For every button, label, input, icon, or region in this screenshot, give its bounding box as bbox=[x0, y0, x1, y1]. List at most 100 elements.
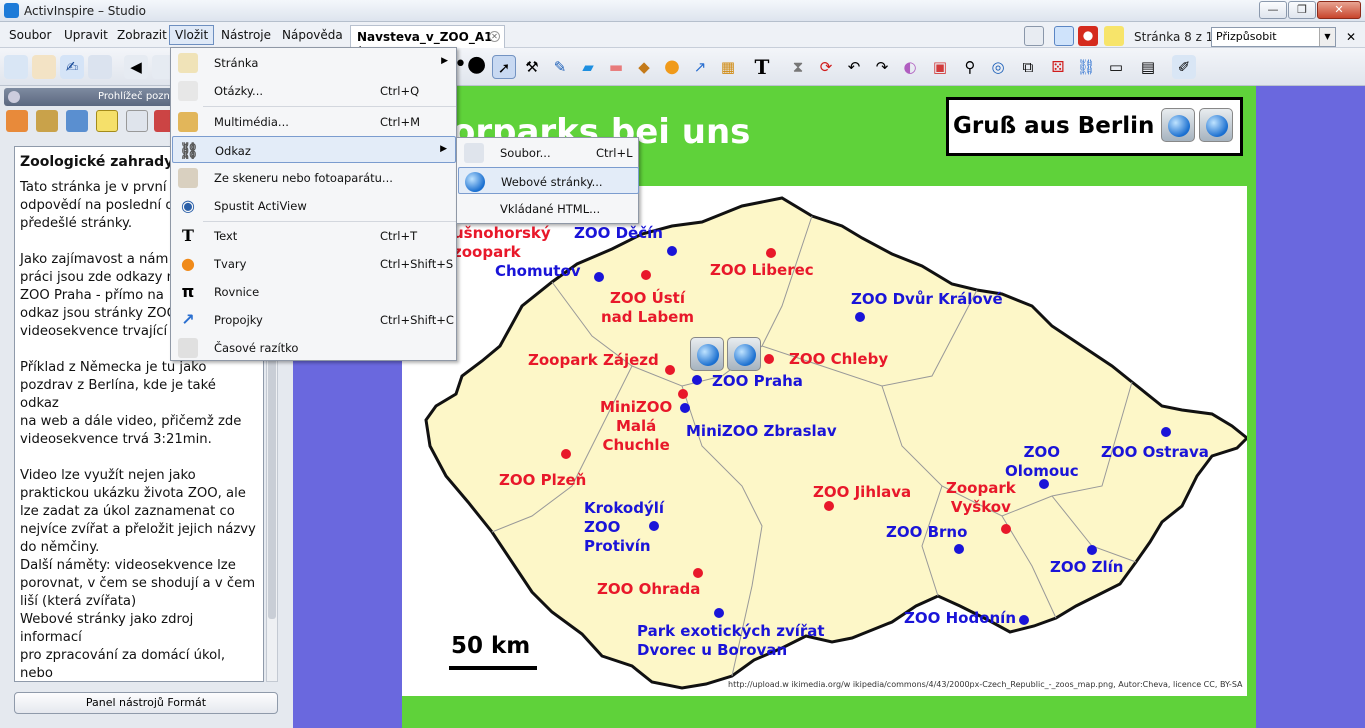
hourglass-icon[interactable]: ⧗ bbox=[786, 55, 810, 79]
main-tools-icon[interactable]: ⚒ bbox=[520, 55, 544, 79]
marker-zoopark-vyskov[interactable] bbox=[1001, 524, 1011, 534]
menu-item-multimedia[interactable]: Multimédia... Ctrl+M bbox=[172, 108, 456, 135]
menu-item-skener[interactable]: Ze skeneru nebo fotoaparátu... bbox=[172, 164, 456, 191]
close-tab-icon[interactable]: ✕ bbox=[489, 31, 500, 42]
highlighter-icon[interactable]: ▰ bbox=[576, 55, 600, 79]
menu-upravit[interactable]: Upravit bbox=[59, 26, 113, 46]
marker-zoo-zlin[interactable] bbox=[1087, 545, 1097, 555]
menu-item-propojky[interactable]: ↗ Propojky Ctrl+Shift+C bbox=[172, 306, 456, 333]
scanner-icon bbox=[178, 168, 198, 188]
page-sorter-icon[interactable] bbox=[1024, 26, 1044, 46]
no-entry-icon[interactable] bbox=[1078, 26, 1098, 46]
minimize-button[interactable]: — bbox=[1259, 1, 1287, 19]
menu-item-text[interactable]: T Text Ctrl+T bbox=[172, 222, 456, 249]
zoo-praha-video-link-globe-icon[interactable] bbox=[727, 337, 761, 371]
image-attribution: http://upload.w ikimedia.org/w ikipedia/… bbox=[728, 680, 1243, 689]
toolbox-edit-icon[interactable]: ✐ bbox=[1172, 55, 1196, 79]
text-tool-icon[interactable]: T bbox=[750, 55, 774, 79]
menu-item-tvary[interactable]: ● Tvary Ctrl+Shift+S bbox=[172, 250, 456, 277]
redo-icon[interactable]: ↷ bbox=[870, 55, 894, 79]
shapes-icon: ● bbox=[181, 254, 195, 273]
pen-icon[interactable]: ✎ bbox=[548, 55, 572, 79]
marker-zoopark-zajezd[interactable] bbox=[665, 365, 675, 375]
reset-page-icon[interactable]: ⟳ bbox=[814, 55, 838, 79]
menu-item-rovnice[interactable]: π Rovnice bbox=[172, 278, 456, 305]
spotlight-icon[interactable]: ◎ bbox=[986, 55, 1010, 79]
marker-zoo-liberec[interactable] bbox=[766, 248, 776, 258]
fill-icon[interactable]: ◆ bbox=[632, 55, 656, 79]
color-picker-icon[interactable]: ◐ bbox=[898, 55, 922, 79]
marker-minizoo-mala-chuchle[interactable] bbox=[678, 389, 688, 399]
previous-page-icon[interactable]: ◀ bbox=[124, 55, 148, 79]
keyboard-icon[interactable]: ▤ bbox=[1136, 55, 1160, 79]
link-icon[interactable]: ⛓ bbox=[1074, 55, 1098, 79]
marker-zoo-hodonin[interactable] bbox=[1019, 615, 1029, 625]
zoo-praha-web-link-globe-icon[interactable] bbox=[690, 337, 724, 371]
marker-zoo-usti[interactable] bbox=[641, 270, 651, 280]
berlin-web-link-globe-icon[interactable] bbox=[1161, 108, 1195, 142]
screen-capture-icon[interactable]: ▭ bbox=[1104, 55, 1128, 79]
sticky-note-icon[interactable] bbox=[1104, 26, 1124, 46]
menu-item-otazky[interactable]: Otázky... Ctrl+Q bbox=[172, 77, 456, 104]
text-icon: T bbox=[182, 226, 194, 245]
menu-nastroje[interactable]: Nástroje bbox=[216, 26, 276, 46]
marker-zoo-jihlava[interactable] bbox=[824, 501, 834, 511]
menu-soubor[interactable]: Soubor bbox=[4, 26, 56, 46]
marker-zoo-praha[interactable] bbox=[692, 375, 702, 385]
snowflake-icon[interactable] bbox=[1054, 26, 1074, 46]
label-zoopark-vyskov: Zoopark Vyškov bbox=[946, 479, 1016, 516]
maximize-button[interactable]: ❐ bbox=[1288, 1, 1316, 19]
label-zoo-chleby: ZOO Chleby bbox=[789, 350, 889, 368]
marker-zoo-chleby[interactable] bbox=[764, 354, 774, 364]
marker-minizoo-zbraslav[interactable] bbox=[680, 403, 690, 413]
tools-icon[interactable] bbox=[88, 55, 112, 79]
pen-width-icon[interactable]: •● bbox=[454, 54, 486, 79]
camera-icon[interactable]: ▣ bbox=[928, 55, 952, 79]
page-browser-tab-icon[interactable] bbox=[6, 110, 28, 132]
shapes-recognition-icon[interactable]: ⧉ bbox=[1016, 55, 1040, 79]
marker-zoo-decin[interactable] bbox=[667, 246, 677, 256]
marker-zoo-chomutov[interactable] bbox=[594, 272, 604, 282]
menu-item-activiview[interactable]: ◉ Spustit ActiView bbox=[172, 192, 456, 219]
questions-icon bbox=[178, 81, 198, 101]
shape-icon[interactable]: ● bbox=[660, 55, 684, 79]
marker-zoo-ohrada[interactable] bbox=[693, 568, 703, 578]
close-button[interactable]: ✕ bbox=[1317, 1, 1361, 19]
magnifier-icon[interactable]: ⚲ bbox=[958, 55, 982, 79]
close-doc-icon[interactable]: ✕ bbox=[1343, 29, 1359, 45]
dice-icon[interactable]: ⚄ bbox=[1046, 55, 1070, 79]
zoom-select[interactable]: Přizpůsobit ▼ bbox=[1211, 27, 1336, 47]
undo-icon[interactable]: ↶ bbox=[842, 55, 866, 79]
label-zoopark-zajezd: Zoopark Zájezd bbox=[528, 351, 659, 369]
menu-vlozit[interactable]: Vložit bbox=[169, 25, 215, 45]
menu-item-stranka[interactable]: Stránka ▶ bbox=[172, 49, 456, 76]
select-cursor-icon[interactable]: ➚ bbox=[492, 55, 516, 79]
marker-zoo-ostrava[interactable] bbox=[1161, 427, 1171, 437]
property-browser-tab-icon[interactable] bbox=[126, 110, 148, 132]
submenu-item-soubor[interactable]: Soubor... Ctrl+L bbox=[458, 139, 639, 166]
handwriting-icon[interactable]: ✍ bbox=[60, 55, 84, 79]
profile-icon[interactable] bbox=[32, 55, 56, 79]
notes-browser-tab-icon[interactable] bbox=[96, 110, 118, 132]
submenu-item-vkladane-html[interactable]: Vkládané HTML... bbox=[458, 195, 639, 222]
clapper-icon[interactable]: ▦ bbox=[716, 55, 740, 79]
marker-zoo-dvur-kralove[interactable] bbox=[855, 312, 865, 322]
chevron-down-icon[interactable]: ▼ bbox=[1319, 28, 1335, 46]
main-menu-icon[interactable] bbox=[4, 55, 28, 79]
menu-zobrazit[interactable]: Zobrazit bbox=[112, 26, 172, 46]
submenu-item-webove-stranky[interactable]: Webové stránky... bbox=[458, 167, 639, 194]
object-browser-tab-icon[interactable] bbox=[66, 110, 88, 132]
resource-browser-tab-icon[interactable] bbox=[36, 110, 58, 132]
menu-item-casove-razitko[interactable]: Časové razítko bbox=[172, 334, 456, 361]
marker-park-dvorec[interactable] bbox=[714, 608, 724, 618]
panel-close-icon[interactable] bbox=[8, 91, 20, 103]
berlin-video-link-globe-icon[interactable] bbox=[1199, 108, 1233, 142]
menu-item-odkaz[interactable]: ⛓ Odkaz ▶ bbox=[172, 136, 456, 163]
menu-napoveda[interactable]: Nápověda bbox=[277, 26, 348, 46]
connector-icon[interactable]: ↗ bbox=[688, 55, 712, 79]
marker-zoo-plzen[interactable] bbox=[561, 449, 571, 459]
document-tab[interactable]: Navsteva_v_ZOO_A1 * ✕ bbox=[350, 25, 505, 58]
marker-zoo-brno[interactable] bbox=[954, 544, 964, 554]
eraser-icon[interactable]: ▬ bbox=[604, 55, 628, 79]
format-toolbar-button[interactable]: Panel nástrojů Formát bbox=[14, 692, 278, 714]
